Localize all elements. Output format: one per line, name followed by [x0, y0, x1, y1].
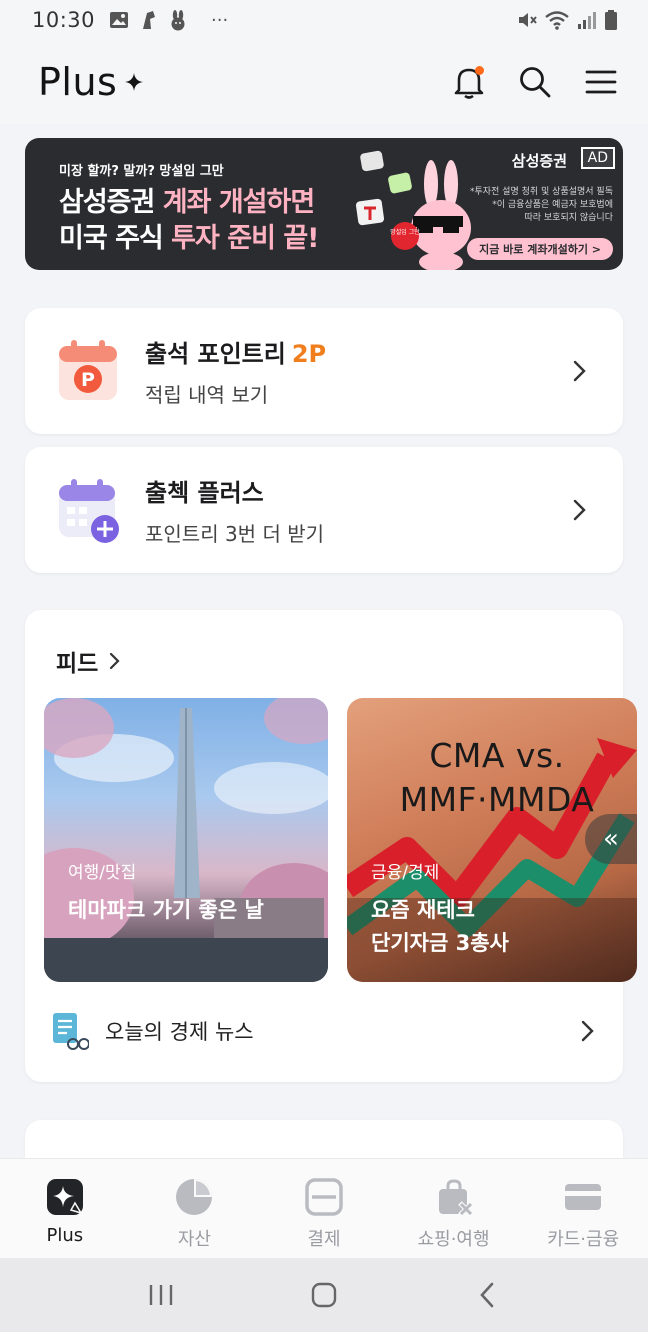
news-document-icon: [53, 1013, 89, 1050]
overflow-indicator: ···: [211, 9, 229, 31]
nav-label-payment: 결제: [307, 1229, 341, 1250]
feed-item-category: 금융/경제: [371, 863, 440, 883]
spark-icon: [125, 73, 144, 91]
recent-apps-button[interactable]: [136, 1270, 186, 1320]
pie-chart-icon: [176, 1179, 213, 1215]
wifi-icon: [545, 11, 569, 30]
nav-label-plus: Plus: [46, 1225, 84, 1246]
calendar-add-icon: [57, 477, 119, 543]
gallery-icon: [110, 12, 129, 28]
mute-icon: [519, 13, 537, 27]
app-header: Plus: [0, 40, 648, 124]
nav-label-shopping: 쇼핑·여행: [417, 1229, 490, 1250]
ad-cta-button[interactable]: 지금 바로 계좌개설하기 >: [467, 238, 613, 260]
recent-apps-icon: [150, 1285, 173, 1305]
back-button[interactable]: [462, 1270, 512, 1320]
attendance-title: 출석 포인트리 2P: [145, 340, 327, 368]
ad-headline-2: 미국 주식 투자 준비 끝!: [59, 223, 320, 254]
feed-item-theme-park[interactable]: 여행/맛집 테마파크 가기 좋은 날: [44, 698, 328, 982]
status-bar: 10:30 ···: [0, 0, 648, 40]
scan-pay-icon: [305, 1178, 343, 1216]
attendance-points: 2P: [291, 340, 327, 368]
search-button[interactable]: [516, 63, 554, 101]
ad-headline-1: 삼성증권 계좌 개설하면: [59, 187, 315, 218]
attendance-subtitle: 적립 내역 보기: [145, 383, 269, 407]
back-icon: [479, 1282, 493, 1308]
feed-item-short-term-funds[interactable]: CMA vs. MMF·MMDA 금융/경제 요즘 재테크 단기자금 3총사 «: [347, 698, 637, 982]
search-icon: [520, 67, 551, 98]
home-button[interactable]: [299, 1270, 349, 1320]
nav-item-payment[interactable]: 결제: [259, 1159, 389, 1258]
shopping-bag-icon: [438, 1179, 474, 1217]
nav-item-plus[interactable]: Plus: [0, 1159, 130, 1258]
rabbit-icon: [171, 10, 185, 31]
ad-sticker-text: 망설임 그만: [390, 228, 420, 236]
feed-header[interactable]: 피드: [56, 644, 122, 678]
chevron-right-icon: [573, 499, 586, 521]
nav-label-card-finance: 카드·금융: [547, 1229, 620, 1250]
economy-news-row[interactable]: 오늘의 경제 뉴스: [51, 1008, 597, 1054]
hamburger-icon: [585, 70, 617, 94]
chevron-right-icon: [110, 652, 120, 670]
check-plus-subtitle: 포인트리 3번 더 받기: [145, 522, 324, 546]
nav-label-assets: 자산: [177, 1229, 211, 1250]
home-icon: [311, 1282, 337, 1308]
feed-card: 피드 여행/맛집 테마파크 가기 좋은 날 CMA vs. MMF·MMDA 금융…: [25, 610, 637, 1082]
check-plus-title: 출첵 플러스: [145, 479, 264, 507]
system-nav-bar: [0, 1258, 648, 1332]
signal-icon: [578, 12, 596, 29]
app-notification-icon: [143, 11, 156, 29]
feed-title: 피드: [56, 651, 99, 677]
bottom-nav: Plus 자산 결제 쇼핑·여행 카드·금융: [0, 1158, 648, 1258]
tower-photo-illustration: [44, 698, 328, 982]
ad-tag: AD: [580, 147, 615, 169]
notification-button[interactable]: [450, 63, 488, 101]
nav-item-shopping[interactable]: 쇼핑·여행: [389, 1159, 519, 1258]
calendar-points-icon: P: [57, 338, 119, 404]
ad-brand: 삼성증권: [511, 152, 567, 170]
feed-item-title: 테마파크 가기 좋은 날: [68, 898, 264, 922]
notification-dot: [475, 66, 484, 75]
scroll-back-tab[interactable]: «: [585, 814, 637, 864]
feed-item-title: 요즘 재테크 단기자금 3총사: [371, 898, 509, 955]
battery-icon: [605, 10, 617, 30]
feed-item-image-text: CMA vs. MMF·MMDA: [399, 736, 595, 819]
ad-disclaimer: *투자전 설명 청취 및 상품설명서 필독 *이 금융상품은 예금자 보호법에 …: [469, 187, 613, 223]
check-plus-card[interactable]: 출첵 플러스 포인트리 3번 더 받기: [25, 447, 623, 573]
menu-button[interactable]: [582, 63, 620, 101]
status-time: 10:30: [32, 8, 96, 32]
nav-item-assets[interactable]: 자산: [130, 1159, 260, 1258]
chevron-right-icon: [581, 1020, 594, 1042]
ad-banner[interactable]: 미장 할까? 말까? 망설임 그만 삼성증권 계좌 개설하면 미국 주식 투자 …: [25, 138, 623, 270]
svg-text:P: P: [81, 369, 95, 391]
economy-news-label: 오늘의 경제 뉴스: [105, 1020, 254, 1044]
feed-item-category: 여행/맛집: [68, 863, 137, 883]
nav-item-card-finance[interactable]: 카드·금융: [518, 1159, 648, 1258]
credit-card-icon: [565, 1184, 602, 1210]
attendance-card[interactable]: P 출석 포인트리 2P 적립 내역 보기: [25, 308, 623, 434]
chevron-right-icon: [573, 360, 586, 382]
ad-small-text: 미장 할까? 말까? 망설임 그만: [59, 164, 224, 179]
app-logo: Plus: [38, 60, 118, 104]
plus-spark-icon: [46, 1179, 83, 1215]
